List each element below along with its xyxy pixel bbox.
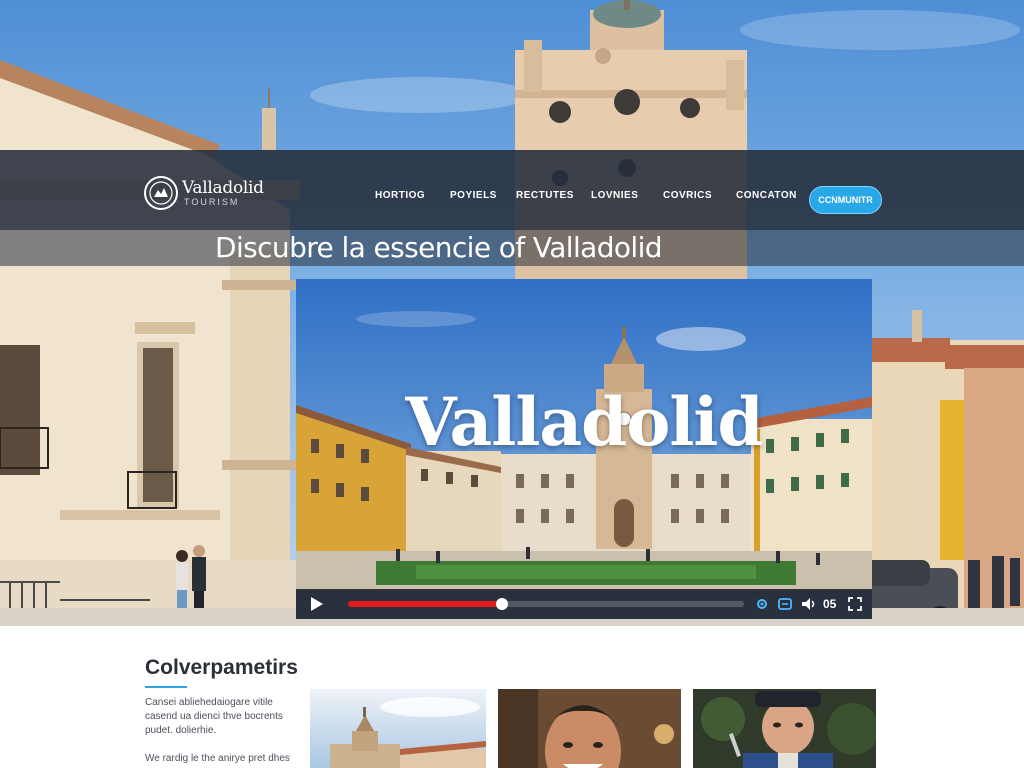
nav-item-4[interactable]: LOVNIES <box>591 190 638 201</box>
video-scrub-handle[interactable] <box>496 598 509 610</box>
gallery-card-cathedral[interactable] <box>310 689 486 768</box>
smiling-man-photo-icon <box>498 689 681 768</box>
section-title: Colverpametirs <box>145 656 298 679</box>
video-progress-fill <box>348 601 503 607</box>
nav-item-1[interactable]: HORTIOG <box>375 190 425 201</box>
brand-logo[interactable]: Valladolid TOURISM <box>144 176 274 212</box>
gallery-card-chef[interactable] <box>693 689 876 768</box>
brand-name: Valladolid <box>182 178 264 198</box>
video-player[interactable]: Valladolid 05 <box>296 279 872 619</box>
volume-icon[interactable] <box>801 597 817 611</box>
top-navbar: Valladolid TOURISM HORTIOG POYIELS RECTU… <box>0 150 1024 230</box>
captions-icon[interactable] <box>778 597 792 611</box>
video-controls-bar: 05 <box>296 589 872 619</box>
brand-tagline: TOURISM <box>184 197 240 207</box>
video-time: 05 <box>823 597 837 611</box>
fullscreen-icon[interactable] <box>848 597 862 611</box>
headline-strip: Discubre la essencie of Valladolid <box>0 230 1024 266</box>
section-underline <box>145 686 187 688</box>
chef-photo-icon <box>693 689 876 768</box>
video-title-overlay: Valladolid <box>405 383 763 461</box>
play-icon[interactable] <box>308 596 324 612</box>
community-cta-button[interactable]: CCNMUNITR <box>809 186 882 214</box>
cathedral-photo-icon <box>310 689 486 768</box>
logo-emblem-icon <box>144 176 178 210</box>
gallery-card-portrait[interactable] <box>498 689 681 768</box>
settings-icon[interactable] <box>754 597 770 611</box>
nav-item-3[interactable]: RECTUTES <box>516 190 574 201</box>
section-paragraph: Cansei abliehedaiogare vitile casend ua … <box>145 697 283 736</box>
nav-item-6[interactable]: CONCATON <box>736 190 797 201</box>
nav-item-5[interactable]: COVRICS <box>663 190 712 201</box>
section-paragraph-2: We rardig le the anirye pret dhes <box>145 753 290 764</box>
page-headline: Discubre la essencie of Valladolid <box>215 231 663 264</box>
nav-item-2[interactable]: POYIELS <box>450 190 497 201</box>
video-progress-bar[interactable] <box>348 598 744 610</box>
